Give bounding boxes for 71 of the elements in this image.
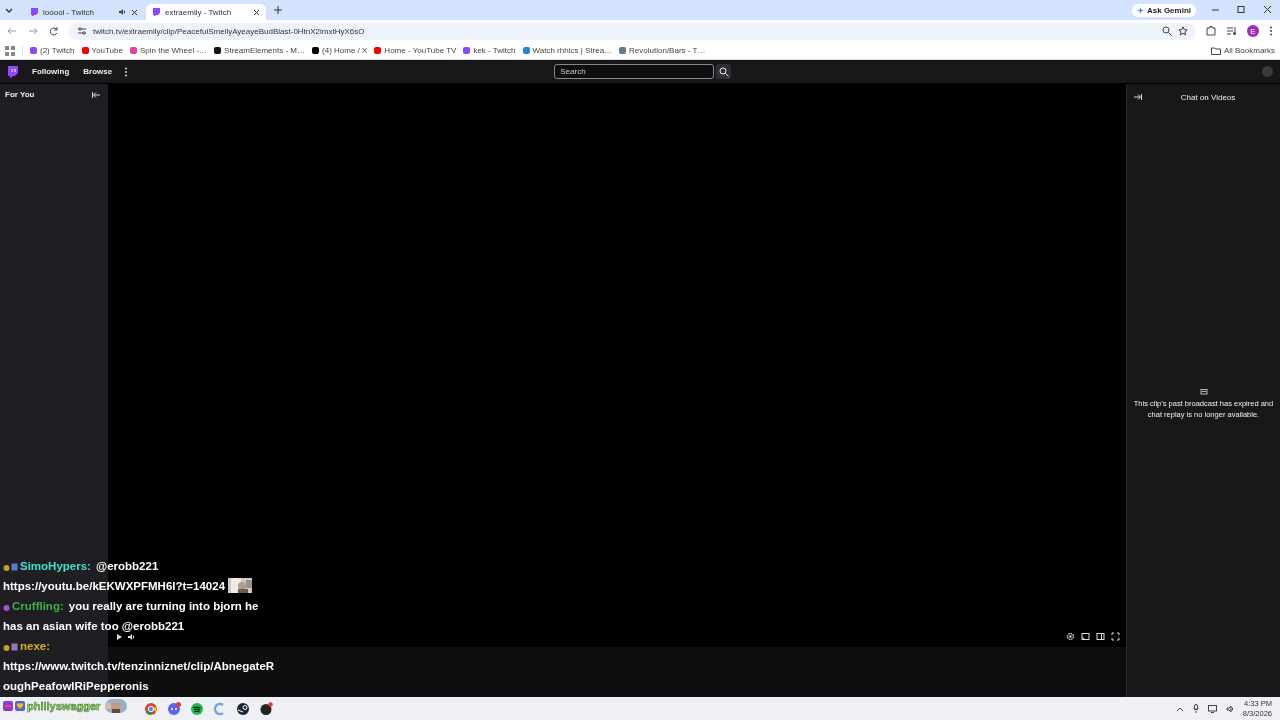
speaker-icon[interactable] [1225, 704, 1234, 713]
chat-message: @erobb221 [95, 560, 159, 572]
bookmark[interactable]: StreamElements - M… [214, 46, 305, 55]
folder-icon [1210, 46, 1221, 55]
speaker-icon[interactable] [118, 8, 126, 16]
zoom-icon[interactable] [1162, 26, 1172, 36]
bookmark[interactable]: (4) Home / X [312, 46, 368, 55]
theatre-mode-icon[interactable] [1096, 632, 1105, 641]
chat-message: https://www.twitch.tv/tenzinniznet/clip/AbnegateR [3, 660, 275, 672]
chat-message: has an asian wife too @erobb221 [3, 620, 185, 632]
fullscreen-icon[interactable] [1111, 632, 1120, 641]
bookmark[interactable]: Watch rhhlcs | Strea… [522, 46, 613, 55]
back-icon[interactable] [6, 26, 18, 36]
bookmark[interactable]: Revolution/Bars - T… [619, 46, 706, 55]
chat-bubble-icon [1199, 388, 1208, 396]
twitch-logo-icon[interactable] [7, 65, 18, 78]
more-icon[interactable] [124, 66, 129, 77]
chat-app-icon[interactable] [167, 701, 181, 716]
chevron-up-icon[interactable] [1175, 705, 1184, 712]
browser-tab[interactable]: extraemily - Twitch [146, 4, 266, 20]
microphone-icon[interactable] [1192, 704, 1199, 713]
bookmark[interactable]: (2) Twitch [30, 46, 75, 55]
chat-message: you really are turning into bjorn he [68, 600, 259, 612]
ask-gemini-button[interactable]: Ask Gemini [1132, 3, 1196, 17]
expand-icon[interactable] [1133, 93, 1142, 101]
twitch-icon [152, 8, 160, 16]
app-icon[interactable] [259, 701, 273, 716]
media-icon[interactable] [1226, 25, 1238, 37]
play-icon[interactable] [116, 633, 123, 641]
chat-badge-icon [3, 603, 10, 611]
chat-message: https://youtu.be/kEKWXPFMH6I?t=14024 [3, 580, 226, 592]
apps-icon[interactable] [5, 45, 15, 56]
clip-icon[interactable] [1081, 632, 1090, 641]
new-tab-icon[interactable] [274, 6, 282, 14]
settings-icon[interactable] [1066, 632, 1075, 641]
collapse-icon[interactable] [92, 90, 101, 99]
sparkle-icon [1137, 6, 1144, 14]
bookmark[interactable]: YouTube [81, 46, 123, 55]
bookmark[interactable]: Home - YouTube TV [374, 46, 457, 55]
chat-message: oughPeafowlRiPepperonis [3, 680, 149, 692]
network-icon[interactable] [1207, 704, 1217, 713]
profile-avatar[interactable]: E [1247, 25, 1259, 37]
star-icon[interactable] [1178, 26, 1188, 36]
search-icon [718, 66, 729, 77]
bookmark[interactable]: Spin the Wheel -… [129, 46, 208, 55]
streamer-name: phillyswagger [27, 700, 101, 712]
chat-username: Cruffling: [12, 600, 64, 612]
site-settings-icon[interactable] [77, 27, 87, 35]
twitch-icon [30, 8, 38, 16]
chat-username: nexe: [20, 640, 51, 652]
reload-icon[interactable] [48, 26, 60, 36]
game-launcher-icon[interactable] [236, 701, 250, 716]
heart-badge-icon [15, 701, 25, 711]
chat-username: SimoHypers: [20, 560, 91, 572]
extensions-icon[interactable] [1205, 25, 1217, 37]
browser-tab[interactable]: looool - Twitch [24, 4, 144, 20]
address-bar[interactable]: twitch.tv/extraemily/clip/PeacefulSmellyAyeayeBudBlast-0HtnX2imxtHyX6sO [69, 22, 1196, 40]
nav-link[interactable]: Following [32, 67, 70, 76]
search-field[interactable]: Search [554, 64, 715, 79]
nav-link[interactable]: Browse [83, 67, 113, 76]
badge-icon [3, 701, 13, 711]
forward-icon[interactable] [27, 26, 39, 36]
bookmark[interactable]: kek - Twitch [463, 46, 516, 55]
all-bookmarks-button[interactable]: All Bookmarks [1210, 46, 1275, 55]
volume-icon[interactable] [127, 633, 136, 641]
close-icon[interactable] [131, 8, 138, 16]
music-app-icon[interactable] [190, 701, 204, 716]
search-button[interactable] [716, 64, 732, 79]
browser-icon[interactable] [144, 701, 158, 716]
close-icon[interactable] [253, 8, 260, 16]
menu-icon[interactable] [1268, 25, 1274, 37]
